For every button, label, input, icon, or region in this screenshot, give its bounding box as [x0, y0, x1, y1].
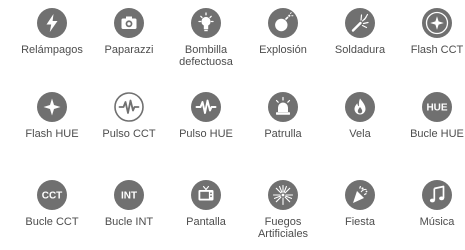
- effect-label: Paparazzi: [104, 44, 154, 56]
- effect-label: Bombilla defectuosa: [179, 44, 233, 68]
- effect-patrulla[interactable]: Patrulla: [244, 92, 322, 162]
- effect-label: Soldadura: [334, 44, 386, 56]
- fireworks-icon: [268, 180, 298, 210]
- effect-label: Vela: [349, 128, 371, 140]
- effects-row-2: Flash HUE Pulso CCT Pulso HUE Patrulla V…: [0, 92, 465, 162]
- effect-bombilla-defectuosa[interactable]: Bombilla defectuosa: [167, 8, 245, 78]
- effect-bucle-cct[interactable]: CCT Bucle CCT: [13, 180, 91, 250]
- flash-star-icon: [422, 8, 452, 38]
- effects-row-1: Relámpagos Paparazzi Bombilla defectuosa…: [0, 8, 465, 78]
- effect-label: Flash HUE: [25, 128, 79, 140]
- effect-label: Pulso HUE: [179, 128, 233, 140]
- effect-flash-cct[interactable]: Flash CCT: [398, 8, 465, 78]
- effect-fuegos-artificiales[interactable]: Fuegos Artificiales: [244, 180, 322, 250]
- police-siren-icon: [268, 92, 298, 122]
- effects-row-3: CCT Bucle CCT INT Bucle INT Pantalla Fue…: [0, 180, 465, 250]
- pulse-wave-icon: [191, 92, 221, 122]
- candle-flame-icon: [345, 92, 375, 122]
- lightning-icon: [37, 8, 67, 38]
- effect-label: Flash CCT: [410, 44, 464, 56]
- effects-grid: Relámpagos Paparazzi Bombilla defectuosa…: [0, 0, 465, 243]
- effect-fiesta[interactable]: Fiesta: [321, 180, 399, 250]
- music-note-icon: [422, 180, 452, 210]
- effect-soldadura[interactable]: Soldadura: [321, 8, 399, 78]
- welding-sparks-icon: [345, 8, 375, 38]
- effect-label: Bucle CCT: [25, 216, 79, 228]
- effect-pulso-hue[interactable]: Pulso HUE: [167, 92, 245, 162]
- effect-flash-hue[interactable]: Flash HUE: [13, 92, 91, 162]
- camera-icon: [114, 8, 144, 38]
- tv-screen-icon: [191, 180, 221, 210]
- effect-paparazzi[interactable]: Paparazzi: [90, 8, 168, 78]
- badge-text: HUE: [426, 103, 447, 114]
- int-badge-icon: INT: [114, 180, 144, 210]
- effect-label: Pulso CCT: [102, 128, 156, 140]
- cct-badge-icon: CCT: [37, 180, 67, 210]
- flash-star-icon: [37, 92, 67, 122]
- effect-bucle-hue[interactable]: HUE Bucle HUE: [398, 92, 465, 162]
- badge-text: CCT: [42, 191, 63, 202]
- effect-label: Patrulla: [264, 128, 302, 140]
- effect-label: Fuegos Artificiales: [257, 216, 309, 240]
- effect-label: Pantalla: [186, 216, 226, 228]
- effect-bucle-int[interactable]: INT Bucle INT: [90, 180, 168, 250]
- effect-explosion[interactable]: Explosión: [244, 8, 322, 78]
- effect-vela[interactable]: Vela: [321, 92, 399, 162]
- effect-label: Explosión: [259, 44, 307, 56]
- effect-label: Relámpagos: [21, 44, 83, 56]
- bomb-icon: [268, 8, 298, 38]
- effect-label: Bucle INT: [104, 216, 154, 228]
- pulse-wave-icon: [114, 92, 144, 122]
- lightbulb-icon: [191, 8, 221, 38]
- effect-label: Música: [419, 216, 455, 228]
- effect-pantalla[interactable]: Pantalla: [167, 180, 245, 250]
- badge-text: INT: [121, 191, 137, 202]
- effect-label: Fiesta: [345, 216, 375, 228]
- effect-pulso-cct[interactable]: Pulso CCT: [90, 92, 168, 162]
- effect-label: Bucle HUE: [410, 128, 464, 140]
- party-popper-icon: [345, 180, 375, 210]
- effect-relampagos[interactable]: Relámpagos: [13, 8, 91, 78]
- effect-musica[interactable]: Música: [398, 180, 465, 250]
- hue-badge-icon: HUE: [422, 92, 452, 122]
